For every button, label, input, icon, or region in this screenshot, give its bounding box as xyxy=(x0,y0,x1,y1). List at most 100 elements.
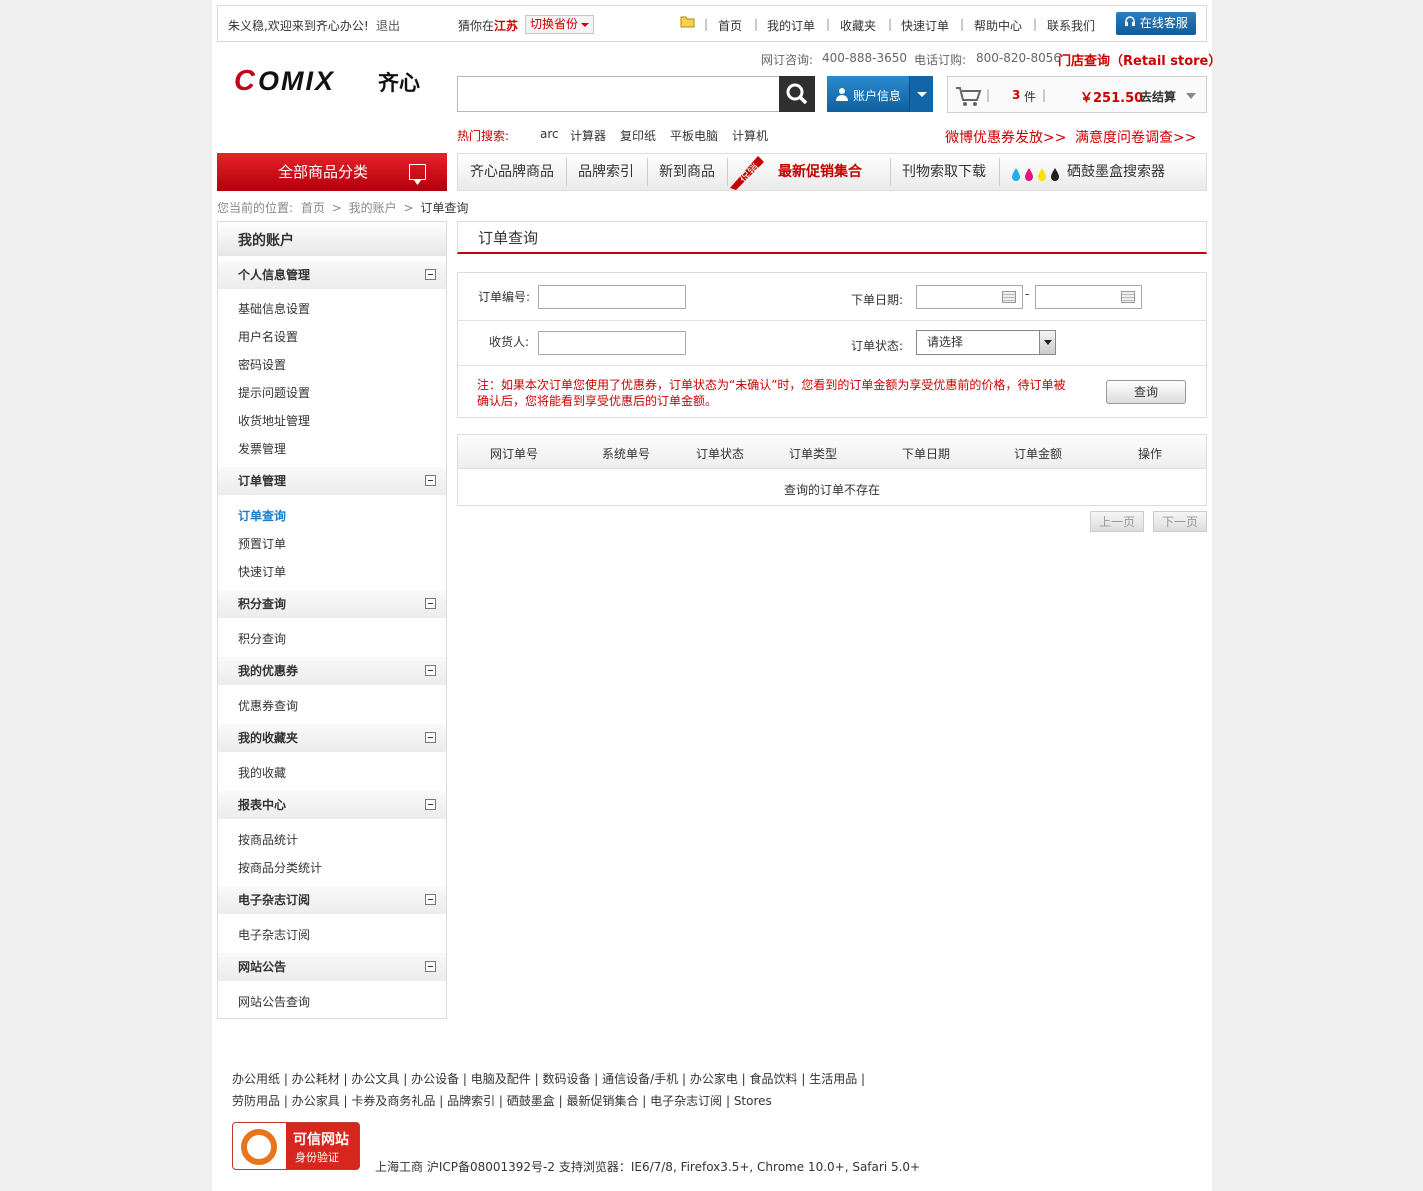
sidebar-item-invoice[interactable]: 发票管理 xyxy=(238,440,286,457)
top-link-quick-order[interactable]: 快速订单 xyxy=(901,17,949,34)
receiver-input[interactable] xyxy=(538,331,686,355)
sidebar-section-points[interactable]: 积分查询 xyxy=(218,590,446,618)
order-status-select[interactable]: 请选择 xyxy=(916,330,1056,355)
footer-link[interactable]: 办公用纸 xyxy=(232,1072,280,1086)
trusted-site-badge[interactable]: 可信网站 身份验证 xyxy=(232,1122,360,1170)
sidebar-item-username[interactable]: 用户名设置 xyxy=(238,328,298,345)
sidebar-item-quick-order[interactable]: 快速订单 xyxy=(238,563,286,580)
next-page-button[interactable]: 下一页 xyxy=(1153,511,1207,532)
footer-link[interactable]: 办公文具 xyxy=(351,1072,399,1086)
footer-link[interactable]: 硒鼓墨盒 xyxy=(507,1094,555,1108)
logout-link[interactable]: 退出 xyxy=(376,17,400,34)
online-service-button[interactable]: 在线客服 xyxy=(1116,12,1196,35)
footer-link[interactable]: 通信设备/手机 xyxy=(602,1072,678,1086)
sidebar-section-reports[interactable]: 报表中心 xyxy=(218,791,446,819)
footer-link[interactable]: 食品饮料 xyxy=(750,1072,798,1086)
weibo-coupon-link[interactable]: 微博优惠券发放>> xyxy=(945,127,1066,147)
footer-link[interactable]: 数码设备 xyxy=(542,1072,590,1086)
collapse-icon[interactable] xyxy=(425,665,436,676)
nav-item-publications[interactable]: 刊物索取下载 xyxy=(902,154,986,190)
footer-link[interactable]: Stores xyxy=(734,1094,772,1108)
collapse-icon[interactable] xyxy=(425,269,436,280)
footer-link[interactable]: 品牌索引 xyxy=(447,1094,495,1108)
switch-province-button[interactable]: 切换省份 xyxy=(525,15,595,34)
breadcrumb-my-account[interactable]: 我的账户 xyxy=(349,201,397,215)
all-categories-button[interactable]: 全部商品分类 xyxy=(217,153,447,191)
sidebar-item-my-favorites[interactable]: 我的收藏 xyxy=(238,764,286,781)
top-link-favorites[interactable]: 收藏夹 xyxy=(840,17,876,34)
sidebar-item-product-stats[interactable]: 按商品统计 xyxy=(238,831,298,848)
sidebar-item-password[interactable]: 密码设置 xyxy=(238,356,286,373)
collapse-icon[interactable] xyxy=(425,598,436,609)
search-input[interactable] xyxy=(457,76,780,112)
search-button[interactable] xyxy=(779,76,815,112)
collapse-icon[interactable] xyxy=(425,732,436,743)
sidebar-item-announcement-query[interactable]: 网站公告查询 xyxy=(238,993,310,1010)
breadcrumb-home[interactable]: 首页 xyxy=(301,201,325,215)
footer-link[interactable]: 生活用品 xyxy=(809,1072,857,1086)
section-title: 网站公告 xyxy=(238,960,287,974)
guess-prefix: 猜你在 xyxy=(458,19,495,33)
sidebar-section-coupons[interactable]: 我的优惠券 xyxy=(218,657,446,685)
site-logo[interactable]: C OMIX 齐心 xyxy=(234,64,429,97)
sidebar-section-favorites[interactable]: 我的收藏夹 xyxy=(218,724,446,752)
sidebar-section-emagazine[interactable]: 电子杂志订阅 xyxy=(218,886,446,914)
top-link-help[interactable]: 帮助中心 xyxy=(974,17,1022,34)
sidebar-section-personal-info[interactable]: 个人信息管理 xyxy=(218,261,446,289)
sidebar-item-emagazine-subscribe[interactable]: 电子杂志订阅 xyxy=(238,926,310,943)
prev-page-button[interactable]: 上一页 xyxy=(1090,511,1144,532)
nav-item-comix-brand[interactable]: 齐心品牌商品 xyxy=(470,154,554,190)
folder-icon[interactable] xyxy=(680,15,695,31)
nav-item-new-arrivals[interactable]: 新到商品 xyxy=(659,154,715,190)
top-link-home[interactable]: 首页 xyxy=(718,17,742,34)
nav-item-brand-index[interactable]: 品牌索引 xyxy=(578,154,634,190)
sidebar-item-coupon-query[interactable]: 优惠券查询 xyxy=(238,697,298,714)
footer-link[interactable]: 办公设备 xyxy=(411,1072,459,1086)
query-button[interactable]: 查询 xyxy=(1106,380,1186,404)
hot-term-arc[interactable]: arc xyxy=(540,127,559,141)
calendar-icon[interactable] xyxy=(1121,291,1135,303)
footer-link[interactable]: 卡券及商务礼品 xyxy=(351,1094,435,1108)
footer-link[interactable]: 劳防用品 xyxy=(232,1094,280,1108)
sidebar-item-preset-orders[interactable]: 预置订单 xyxy=(238,535,286,552)
collapse-icon[interactable] xyxy=(425,799,436,810)
sidebar-item-security-question[interactable]: 提示问题设置 xyxy=(238,384,310,401)
order-no-input[interactable] xyxy=(538,285,686,309)
column-header: 订单状态 xyxy=(695,447,745,461)
order-date-start-input[interactable] xyxy=(916,285,1023,309)
account-dropdown-toggle[interactable] xyxy=(909,76,933,112)
survey-link[interactable]: 满意度问卷调查>> xyxy=(1075,127,1196,147)
sidebar-item-order-query[interactable]: 订单查询 xyxy=(238,507,286,524)
hot-term-computer[interactable]: 计算机 xyxy=(732,127,768,144)
checkout-link[interactable]: 去结算 xyxy=(1140,88,1176,105)
footer-link[interactable]: 办公家具 xyxy=(292,1094,340,1108)
collapse-icon[interactable] xyxy=(425,475,436,486)
chevron-down-icon[interactable] xyxy=(1186,93,1196,99)
hot-term-copy-paper[interactable]: 复印纸 xyxy=(620,127,656,144)
footer-link[interactable]: 最新促销集合 xyxy=(566,1094,638,1108)
collapse-icon[interactable] xyxy=(425,894,436,905)
sidebar-item-basic-info[interactable]: 基础信息设置 xyxy=(238,300,310,317)
account-info-button[interactable]: 账户信息 xyxy=(827,76,933,112)
sidebar-item-points-query[interactable]: 积分查询 xyxy=(238,630,286,647)
footer-link[interactable]: 办公家电 xyxy=(690,1072,738,1086)
calendar-icon[interactable] xyxy=(1002,291,1016,303)
cart-box[interactable]: | 3 件 | ￥251.50 去结算 xyxy=(947,76,1207,113)
order-date-end-input[interactable] xyxy=(1035,285,1142,309)
sidebar-item-address[interactable]: 收货地址管理 xyxy=(238,412,310,429)
collapse-icon[interactable] xyxy=(425,961,436,972)
footer-link[interactable]: 办公耗材 xyxy=(292,1072,340,1086)
sidebar-section-orders[interactable]: 订单管理 xyxy=(218,467,446,495)
chevron-down-icon xyxy=(1039,331,1055,354)
hot-term-tablet[interactable]: 平板电脑 xyxy=(670,127,718,144)
sidebar-item-category-stats[interactable]: 按商品分类统计 xyxy=(238,859,322,876)
nav-item-toner-finder[interactable]: 硒鼓墨盒搜索器 xyxy=(1067,154,1165,190)
nav-item-promotions[interactable]: 最新促销集合 xyxy=(778,154,862,190)
top-link-my-orders[interactable]: 我的订单 xyxy=(767,17,815,34)
footer-link[interactable]: 电脑及配件 xyxy=(471,1072,531,1086)
top-link-contact[interactable]: 联系我们 xyxy=(1047,17,1095,34)
footer-link[interactable]: 电子杂志订阅 xyxy=(650,1094,722,1108)
sidebar-section-announcements[interactable]: 网站公告 xyxy=(218,953,446,981)
store-query-link[interactable]: 门店查询（Retail store） xyxy=(1058,50,1221,69)
hot-term-calculator[interactable]: 计算器 xyxy=(570,127,606,144)
